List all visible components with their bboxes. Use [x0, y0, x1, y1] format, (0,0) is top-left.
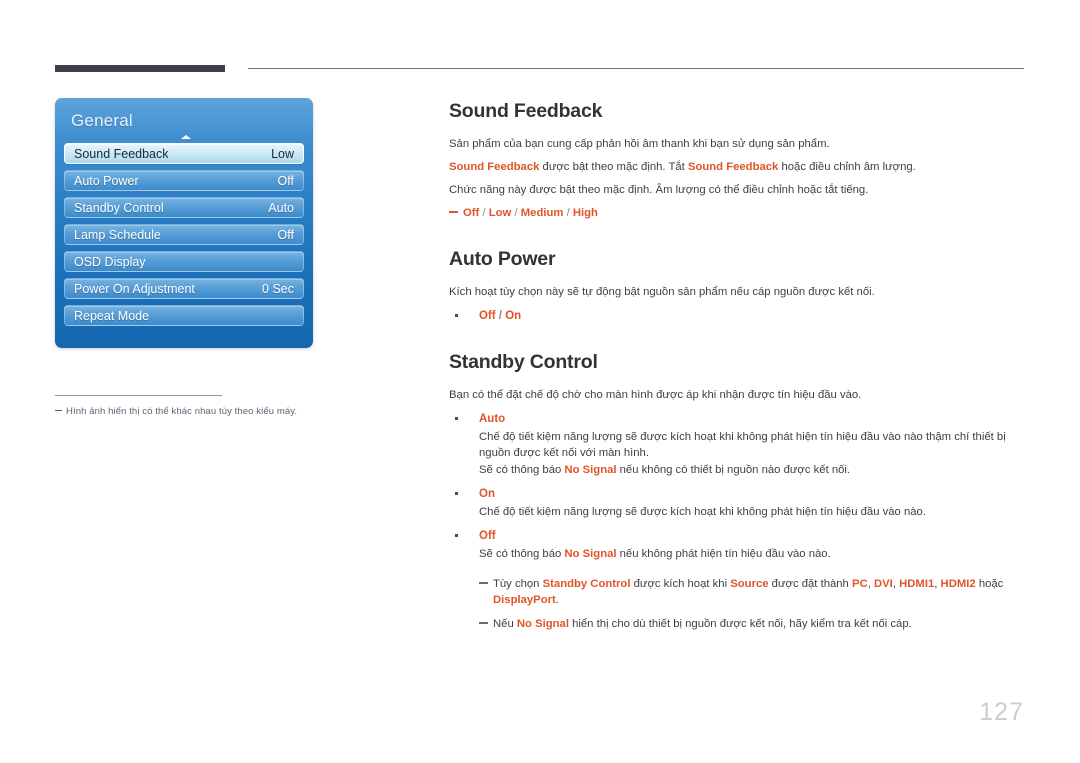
text-fragment: . — [555, 594, 559, 606]
keyword-sound-feedback: Sound Feedback — [449, 161, 540, 173]
sound-feedback-paragraph-3: Chức năng này được bật theo mặc định. Âm… — [449, 184, 869, 196]
osd-menu-panel: General Sound Feedback Low Auto Power Of… — [55, 98, 313, 348]
dash-marker-icon — [449, 211, 458, 213]
header-accent-bar — [55, 65, 225, 72]
text-fragment: Tùy chọn — [493, 578, 543, 590]
standby-control-item-auto: Auto Chế độ tiết kiệm năng lượng sẽ được… — [449, 411, 1029, 478]
osd-row-label: Power On Adjustment — [74, 281, 195, 296]
left-column: General Sound Feedback Low Auto Power Of… — [55, 98, 385, 418]
section-title-auto-power: Auto Power — [449, 248, 556, 270]
osd-row-sound-feedback[interactable]: Sound Feedback Low — [64, 143, 304, 164]
text-fragment: Sẽ có thông báo — [479, 464, 565, 476]
standby-note-source: Tùy chọn Standby Control được kích hoạt … — [479, 576, 1029, 608]
osd-row-label: OSD Display — [74, 254, 146, 269]
keyword-pc: PC — [851, 578, 868, 590]
osd-row-label: Lamp Schedule — [74, 227, 161, 242]
note-divider — [55, 395, 222, 396]
dash-marker-icon — [479, 622, 488, 624]
text-fragment: hiển thị cho dù thiết bị nguồn được kết … — [568, 618, 912, 630]
option-medium: Medium — [520, 207, 564, 219]
header-divider-line — [248, 68, 1024, 69]
osd-row-label: Auto Power — [74, 173, 139, 188]
osd-row-value: Off — [277, 173, 294, 188]
bullet-square-icon — [455, 417, 458, 420]
keyword-displayport: DisplayPort — [493, 594, 556, 606]
standby-note-no-signal: Nếu No Signal hiển thị cho dù thiết bị n… — [479, 616, 1029, 632]
keyword-no-signal: No Signal — [516, 618, 569, 630]
section-title-sound-feedback: Sound Feedback — [449, 100, 603, 122]
osd-row-value: 0 Sec — [262, 281, 294, 296]
text-fragment: Sẽ có thông báo — [479, 548, 565, 560]
osd-row-auto-power[interactable]: Auto Power Off — [64, 170, 304, 191]
option-separator: / — [479, 207, 489, 219]
text-fragment: nếu không có thiết bị nguồn nào được kết… — [616, 464, 851, 476]
text-fragment: nếu không phát hiện tín hiệu đầu vào nào… — [616, 548, 831, 560]
osd-panel-note-text: Hình ảnh hiển thị có thể khác nhau tùy t… — [66, 406, 298, 417]
osd-row-value: Auto — [268, 200, 294, 215]
text-fragment: hoặc điều chỉnh âm lượng. — [778, 161, 916, 173]
option-low: Low — [488, 207, 512, 219]
option-separator: / — [495, 310, 506, 322]
auto-power-options-bullet: Off / On — [449, 308, 1029, 324]
caret-up-icon[interactable] — [181, 135, 191, 139]
keyword-no-signal: No Signal — [564, 548, 617, 560]
osd-panel-note: Hình ảnh hiển thị có thể khác nhau tùy t… — [55, 405, 385, 418]
option-separator: / — [511, 207, 521, 219]
section-title-standby-control: Standby Control — [449, 351, 598, 373]
keyword-sound-feedback: Sound Feedback — [687, 161, 779, 173]
text-fragment: Nếu — [493, 618, 517, 630]
osd-row-value: Low — [271, 146, 294, 161]
sound-feedback-paragraph-2: Sound Feedback được bật theo mặc định. T… — [449, 159, 1029, 175]
standby-auto-description: Chế độ tiết kiệm năng lượng sẽ được kích… — [479, 431, 1006, 459]
standby-control-item-off: Off Sẽ có thông báo No Signal nếu không … — [449, 528, 1029, 562]
option-off: Off — [463, 207, 480, 219]
standby-option-off: Off — [479, 530, 496, 542]
osd-row-repeat-mode[interactable]: Repeat Mode — [64, 305, 304, 326]
bullet-square-icon — [455, 492, 458, 495]
osd-row-label: Standby Control — [74, 200, 164, 215]
option-on: On — [505, 310, 522, 322]
sound-feedback-options-note: Off / Low / Medium / High — [449, 205, 1029, 221]
page-number: 127 — [979, 698, 1024, 726]
osd-row-osd-display[interactable]: OSD Display — [64, 251, 304, 272]
standby-control-item-on: On Chế độ tiết kiệm năng lượng sẽ được k… — [449, 486, 1029, 520]
standby-option-on: On — [479, 488, 495, 500]
keyword-source: Source — [730, 578, 769, 590]
bullet-square-icon — [455, 314, 458, 317]
sound-feedback-paragraph-1: Sản phẩm của bạn cung cấp phản hồi âm th… — [449, 138, 830, 150]
standby-on-description: Chế độ tiết kiệm năng lượng sẽ được kích… — [479, 506, 926, 518]
text-fragment: được kích hoạt khi — [630, 578, 731, 590]
option-high: High — [572, 207, 598, 219]
osd-row-label: Repeat Mode — [74, 308, 150, 323]
text-fragment: hoặc — [975, 578, 1004, 590]
option-off: Off — [479, 310, 496, 322]
standby-control-notes: Tùy chọn Standby Control được kích hoạt … — [449, 576, 1029, 632]
osd-row-lamp-schedule[interactable]: Lamp Schedule Off — [64, 224, 304, 245]
standby-option-auto: Auto — [479, 413, 506, 425]
osd-row-label: Sound Feedback — [74, 146, 169, 161]
osd-row-power-on-adjustment[interactable]: Power On Adjustment 0 Sec — [64, 278, 304, 299]
keyword-no-signal: No Signal — [564, 464, 617, 476]
standby-auto-no-signal-note: Sẽ có thông báo No Signal nếu không có t… — [479, 462, 1029, 478]
text-fragment: được bật theo mặc định. Tắt — [539, 161, 688, 173]
standby-off-no-signal-note: Sẽ có thông báo No Signal nếu không phát… — [479, 546, 1029, 562]
auto-power-paragraph-1: Kích hoạt tùy chọn này sẽ tự động bật ng… — [449, 286, 875, 298]
osd-row-value: Off — [277, 227, 294, 242]
option-separator: / — [563, 207, 573, 219]
page-header-rules — [0, 0, 1080, 80]
keyword-dvi: DVI — [873, 578, 893, 590]
bullet-square-icon — [455, 534, 458, 537]
standby-control-paragraph-1: Bạn có thể đặt chế độ chờ cho màn hình đ… — [449, 389, 862, 401]
text-fragment: được đặt thành — [768, 578, 852, 590]
osd-menu-list: Sound Feedback Low Auto Power Off Standb… — [55, 143, 313, 326]
dash-marker-icon — [479, 582, 488, 584]
keyword-standby-control: Standby Control — [542, 578, 631, 590]
auto-power-options: Off / On — [479, 308, 1029, 324]
content-column: Sound Feedback Sản phẩm của bạn cung cấp… — [449, 100, 1029, 632]
keyword-hdmi2: HDMI2 — [940, 578, 976, 590]
keyword-hdmi1: HDMI1 — [899, 578, 935, 590]
osd-panel-title: General — [71, 111, 133, 130]
osd-row-standby-control[interactable]: Standby Control Auto — [64, 197, 304, 218]
dash-marker-icon — [55, 410, 62, 411]
